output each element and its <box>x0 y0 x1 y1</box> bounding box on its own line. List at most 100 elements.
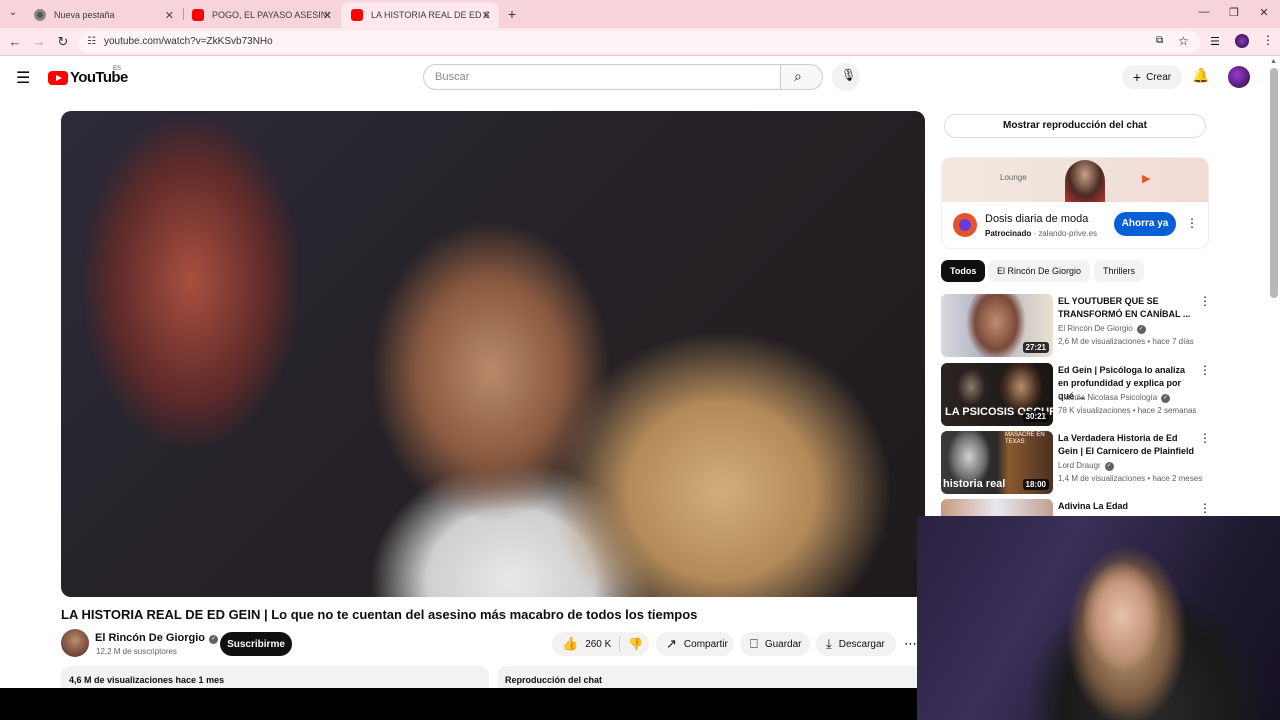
recommendation-meta: 2,6 M de visualizaciones • hace 7 días <box>1058 337 1194 346</box>
subscribe-button[interactable]: Suscribirme <box>220 632 292 656</box>
share-icon: ↗ <box>666 636 677 651</box>
restore-icon[interactable]: ❐ <box>1226 6 1242 19</box>
close-window-icon[interactable]: ✕ <box>1256 6 1272 19</box>
close-icon[interactable]: ✕ <box>323 9 332 22</box>
share-button[interactable]: ↗ Compartir <box>656 632 734 656</box>
duration-badge: 30:21 <box>1022 411 1049 422</box>
tab-new-tab[interactable]: Nueva pestaña ✕ <box>24 2 182 28</box>
plus-icon: + <box>1132 69 1142 85</box>
more-vert-icon[interactable]: ⋮ <box>1199 501 1211 515</box>
search-button[interactable]: ⌕ <box>780 64 823 90</box>
more-vert-icon[interactable]: ⋮ <box>1186 216 1198 230</box>
ad-domain: zalando-prive.es <box>1038 229 1098 238</box>
chrome-icon <box>34 9 46 21</box>
dislike-icon[interactable]: 👎 <box>628 637 643 651</box>
tab-pogo[interactable]: POGO, EL PAYASO ASESINO | C ✕ <box>182 2 340 28</box>
channel-name-text[interactable]: El Rincón De Giorgio <box>95 632 205 644</box>
more-vert-icon[interactable]: ⋮ <box>1199 294 1211 308</box>
minimize-icon[interactable]: — <box>1196 6 1212 18</box>
like-dislike-group: 👍 260 K 👎 <box>552 632 649 656</box>
subscriber-count: 12,2 M de suscriptores <box>96 647 177 656</box>
recommendation-channel-text: Claudia Nicolasa Psicología <box>1058 393 1158 402</box>
tab-ed-gein[interactable]: LA HISTORIA REAL DE ED GEIN ✕ <box>341 2 499 28</box>
video-thumbnail[interactable]: LA PSICOSIS OSCURA 30:21 <box>941 363 1053 426</box>
new-tab-icon[interactable]: + <box>505 6 519 22</box>
notifications-bell-icon[interactable]: 🔔 <box>1192 67 1209 84</box>
advertiser-logo <box>953 213 977 237</box>
hamburger-menu-icon[interactable]: ☰ <box>16 68 30 88</box>
ad-banner-text: Lounge <box>1000 173 1027 182</box>
scroll-up-icon[interactable]: ▲ <box>1270 58 1277 65</box>
recommendation-title[interactable]: La Verdadera Historia de Ed Gein | El Ca… <box>1058 432 1196 458</box>
ad-subtitle: Patrocinado · zalando-prive.es <box>985 229 1098 238</box>
like-icon[interactable]: 👍 <box>562 636 578 652</box>
list-item[interactable]: 27:21 EL YOUTUBER QUE SE TRANSFORMÓ EN C… <box>941 294 1211 358</box>
recommendation-channel-text: El Rincón De Giorgio <box>1058 324 1133 333</box>
chip-todos[interactable]: Todos <box>941 260 986 282</box>
chip-thrillers[interactable]: Thrillers <box>1094 260 1145 282</box>
search-icon: ⌕ <box>794 68 802 84</box>
recommendation-channel-text: Lord Draugr <box>1058 461 1101 470</box>
list-item[interactable]: MASACRE EN TEXAS historia real 18:00 La … <box>941 431 1211 495</box>
recommendation-title[interactable]: Adivina La Edad <box>1058 500 1196 513</box>
address-toolbar: ← → ↻ ☷ youtube.com/watch?v=ZkKSvb73NHo … <box>0 28 1280 56</box>
voice-search-button[interactable]: 🎙 <box>832 63 860 91</box>
close-icon[interactable]: ✕ <box>482 9 491 22</box>
video-title: LA HISTORIA REAL DE ED GEIN | Lo que no … <box>61 607 698 622</box>
channel-avatar[interactable] <box>61 629 89 657</box>
chip-channel[interactable]: El Rincón De Giorgio <box>988 260 1091 282</box>
share-label: Compartir <box>683 638 728 650</box>
video-player[interactable] <box>61 111 925 597</box>
page-scrollbar[interactable] <box>1270 68 1278 298</box>
ad-cta-button[interactable]: Ahorra ya <box>1114 212 1176 236</box>
tab-title: Nueva pestaña <box>54 10 115 20</box>
play-icon: ▶ <box>1142 173 1151 185</box>
more-vert-icon[interactable]: ⋮ <box>1199 363 1211 377</box>
tab-search-icon[interactable]: ⌄ <box>6 7 20 18</box>
youtube-play-icon <box>48 70 68 85</box>
video-thumbnail[interactable]: 27:21 <box>941 294 1053 357</box>
recommendation-channel: Claudia Nicolasa Psicología ✓ <box>1058 393 1171 403</box>
sponsored-ad[interactable]: Lounge ▶ Dosis diaria de moda Patrocinad… <box>941 157 1209 249</box>
tab-title: POGO, EL PAYASO ASESINO | C <box>212 10 330 20</box>
ad-title[interactable]: Dosis diaria de moda <box>985 213 1088 225</box>
site-info-icon[interactable]: ☷ <box>87 36 96 47</box>
duration-badge: 27:21 <box>1022 342 1049 353</box>
recommendation-channel: Lord Draugr ✓ <box>1058 461 1114 471</box>
back-icon[interactable]: ← <box>7 34 23 50</box>
recommendation-title[interactable]: EL YOUTUBER QUE SE TRANSFORMÓ EN CANÍBAL… <box>1058 295 1196 321</box>
profile-icon[interactable] <box>1235 34 1249 48</box>
ad-banner-image <box>1065 160 1105 202</box>
save-button[interactable]: ⎕ Guardar <box>740 632 810 656</box>
channel-name[interactable]: El Rincón De Giorgio ✓ <box>95 632 219 644</box>
url-text[interactable]: youtube.com/watch?v=ZkKSvb73NHo <box>104 36 273 47</box>
reload-icon[interactable]: ↻ <box>55 34 71 50</box>
list-item[interactable]: LA PSICOSIS OSCURA 30:21 Ed Gein | Psicó… <box>941 363 1211 427</box>
search-input[interactable]: Buscar <box>423 64 781 90</box>
thumbnail-text: historia real <box>943 478 1006 490</box>
close-icon[interactable]: ✕ <box>165 9 174 22</box>
forward-icon[interactable]: → <box>31 34 47 50</box>
reading-list-icon[interactable]: ☰ <box>1210 35 1220 48</box>
more-actions-icon[interactable]: ⋯ <box>904 636 917 652</box>
like-count[interactable]: 260 K <box>585 639 611 650</box>
thumbnail-text: MASACRE EN TEXAS <box>1005 432 1045 445</box>
verified-icon: ✓ <box>1104 462 1114 471</box>
recommendation-meta: 78 K visualizaciones • hace 2 semanas <box>1058 406 1197 415</box>
download-button[interactable]: ⤓ Descargar <box>816 632 896 656</box>
create-button[interactable]: + Crear <box>1122 65 1182 89</box>
bookmark-star-icon[interactable]: ☆ <box>1178 34 1189 48</box>
install-icon[interactable]: ⧉ <box>1156 35 1163 46</box>
show-chat-replay-button[interactable]: Mostrar reproducción del chat <box>944 114 1206 138</box>
omnibox[interactable]: ☷ youtube.com/watch?v=ZkKSvb73NHo ⧉ ☆ <box>78 31 1200 53</box>
video-thumbnail[interactable]: MASACRE EN TEXAS historia real 18:00 <box>941 431 1053 494</box>
account-avatar[interactable] <box>1228 66 1250 88</box>
more-vert-icon[interactable]: ⋮ <box>1199 431 1211 445</box>
browser-menu-icon[interactable]: ⋮ <box>1262 33 1274 47</box>
download-label: Descargar <box>838 638 885 650</box>
download-icon: ⤓ <box>826 636 832 651</box>
divider <box>619 636 621 652</box>
microphone-icon: 🎙 <box>841 68 857 82</box>
ad-banner[interactable]: Lounge ▶ <box>942 158 1208 202</box>
youtube-logo[interactable]: YouTube ES <box>48 66 128 86</box>
